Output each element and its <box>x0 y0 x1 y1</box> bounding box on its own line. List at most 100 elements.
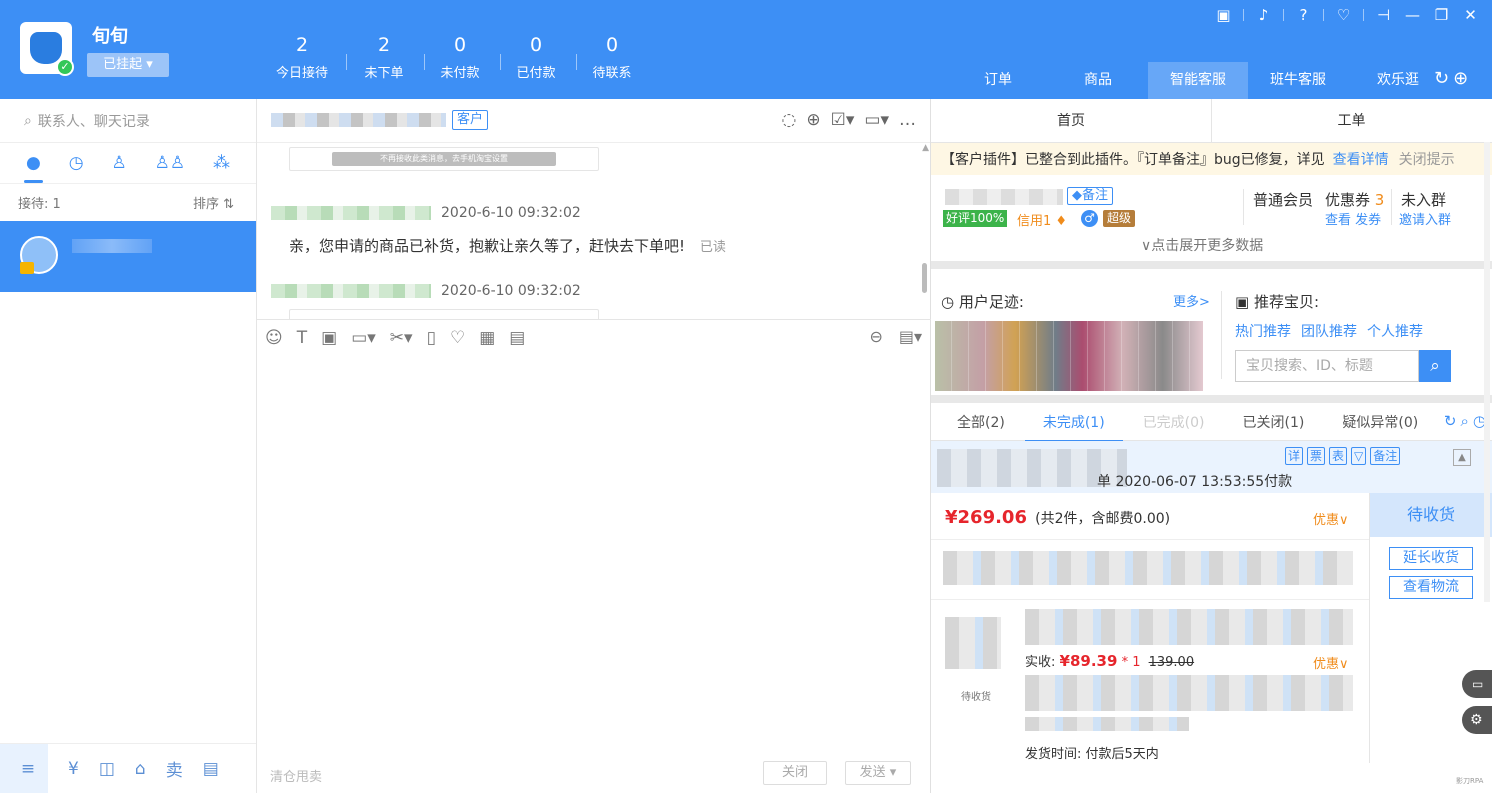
check-icon[interactable]: ▽ <box>1351 447 1367 465</box>
shop-icon[interactable]: ⌂ <box>135 759 146 779</box>
tab-banniu-service[interactable]: 班牛客服 <box>1248 62 1348 99</box>
notice-details-link[interactable]: 查看详情 <box>1333 149 1389 169</box>
notice-dismiss-link[interactable]: 关闭提示 <box>1399 149 1455 169</box>
tab-work-order[interactable]: 工单 <box>1211 99 1491 142</box>
table-icon[interactable]: 表 <box>1329 447 1348 465</box>
refresh-icon[interactable]: ↻ <box>1444 412 1457 430</box>
discount-toggle[interactable]: 优惠∨ <box>1313 509 1349 528</box>
folder-icon[interactable]: ▭▾ <box>351 328 376 348</box>
stat-unpaid[interactable]: 0 未付款 <box>422 34 498 81</box>
task-icon[interactable]: ☑▾ <box>831 110 855 130</box>
expand-more-data[interactable]: ∨点击展开更多数据 <box>1141 235 1263 255</box>
order-price-detail: (共2件，含邮费0.00) <box>1035 511 1171 527</box>
restore-icon[interactable]: ❐ <box>1428 4 1455 26</box>
contact-item[interactable] <box>0 221 256 292</box>
collapse-icon[interactable]: ▲ <box>1453 449 1471 466</box>
order-tab-incomplete[interactable]: 未完成(1) <box>1024 412 1123 442</box>
product-search-input[interactable]: 宝贝搜索、ID、标题 <box>1235 350 1419 382</box>
quick-reply-icon[interactable]: ⊖ <box>869 327 882 346</box>
calculator-icon[interactable]: ▦ <box>479 328 495 348</box>
sound-icon[interactable]: ♪ <box>1250 4 1277 26</box>
order-tab-abnormal[interactable]: 疑似异常(0) <box>1342 412 1418 432</box>
tab-happy-browse[interactable]: 欢乐逛 <box>1348 62 1448 99</box>
stat-to-contact[interactable]: 0 待联系 <box>574 34 650 81</box>
org-icon[interactable]: ⁂ <box>213 153 230 173</box>
add-contact-icon[interactable]: ⊕ <box>806 110 820 130</box>
help-icon[interactable]: ? <box>1290 4 1317 26</box>
yen-icon[interactable]: ¥ <box>68 759 79 779</box>
heart-icon[interactable]: ♡ <box>450 328 465 348</box>
system-notice-text[interactable]: 不再接收此类消息，去手机淘宝设置 <box>332 152 556 166</box>
invoice-icon[interactable]: 票 <box>1307 447 1326 465</box>
search-icon[interactable]: ⌕ <box>1419 350 1451 382</box>
chat-transfer-icon[interactable]: ◌ <box>782 110 797 130</box>
person-icon[interactable]: ♙ <box>111 153 126 173</box>
feedback-icon[interactable]: ▭ <box>1462 670 1492 698</box>
quick-phrase[interactable]: 清仓甩卖 <box>270 766 322 785</box>
top-icons: ↻ ⊕ <box>1434 68 1468 89</box>
item-discount-toggle[interactable]: 优惠∨ <box>1313 653 1349 672</box>
more-icon[interactable]: … <box>899 110 916 130</box>
group-icon[interactable]: ♙♙ <box>155 153 185 173</box>
close-icon[interactable]: ✕ <box>1457 4 1484 26</box>
stat-not-ordered[interactable]: 2 未下单 <box>346 34 422 81</box>
contacts-panel: ⌕ 联系人、聊天记录 ● ◷ ♙ ♙♙ ⁂ 接待: 1 排序 ⇅ ≡ ¥ ◫ ⌂… <box>0 99 257 793</box>
stat-paid[interactable]: 0 已付款 <box>498 34 574 81</box>
footprint-more-link[interactable]: 更多> <box>1173 291 1210 310</box>
invite-group-link[interactable]: 邀请入群 <box>1399 209 1451 228</box>
chat-bubble-icon[interactable]: ● <box>23 153 43 183</box>
shake-icon[interactable]: ▯ <box>427 328 436 348</box>
send-button[interactable]: 发送 ▾ <box>845 761 911 785</box>
scrollbar[interactable] <box>922 263 927 293</box>
refresh-icon[interactable]: ↻ <box>1434 68 1449 89</box>
team-recommend-link[interactable]: 团队推荐 <box>1301 321 1357 341</box>
remark-tag[interactable]: ◆备注 <box>1067 187 1113 205</box>
contact-search[interactable]: ⌕ 联系人、聊天记录 <box>0 99 256 143</box>
view-logistics-button[interactable]: 查看物流 <box>1389 576 1473 599</box>
order-tab-all[interactable]: 全部(2) <box>957 412 1005 432</box>
minimize-icon[interactable]: — <box>1399 4 1426 26</box>
personal-recommend-link[interactable]: 个人推荐 <box>1367 321 1423 341</box>
search-icon[interactable]: ⌕ <box>1461 412 1469 430</box>
scrollbar[interactable] <box>1484 142 1490 602</box>
order-tab-complete[interactable]: 已完成(0) <box>1143 412 1205 432</box>
stat-today-reception[interactable]: 2 今日接待 <box>264 34 340 81</box>
receipt-icon[interactable]: ▤ <box>509 328 525 348</box>
divider <box>1323 9 1324 21</box>
order-remark-button[interactable]: 备注 <box>1370 447 1401 465</box>
skin-icon[interactable]: ♡ <box>1330 4 1357 26</box>
tab-orders[interactable]: 订单 <box>948 62 1048 99</box>
sort-button[interactable]: 排序 ⇅ <box>193 193 234 212</box>
close-button[interactable]: 关闭 <box>763 761 827 785</box>
image-icon[interactable]: ▣ <box>321 328 337 348</box>
order-tab-closed[interactable]: 已关闭(1) <box>1243 412 1305 432</box>
coupon-label: 优惠券 <box>1325 191 1371 209</box>
coupon-actions[interactable]: 查看 发券 <box>1325 209 1381 228</box>
extend-receipt-button[interactable]: 延长收货 <box>1389 547 1473 570</box>
settings-icon[interactable]: ⚙ <box>1462 706 1492 734</box>
scroll-up-icon[interactable]: ▲ <box>922 143 929 153</box>
detail-icon[interactable]: 详 <box>1285 447 1304 465</box>
tab-products[interactable]: 商品 <box>1048 62 1148 99</box>
pin-icon[interactable]: ⊣ <box>1370 4 1397 26</box>
message-icon[interactable]: ▣ <box>1210 4 1237 26</box>
item-thumbnail-blurred[interactable] <box>945 617 1001 669</box>
history-icon[interactable]: ▤▾ <box>899 327 922 346</box>
window-controls: ▣ ♪ ? ♡ ⊣ — ❐ ✕ <box>1210 4 1484 26</box>
scissors-icon[interactable]: ✂▾ <box>390 328 413 348</box>
tab-home[interactable]: 首页 <box>931 99 1211 142</box>
sell-icon[interactable]: 卖 <box>166 756 183 781</box>
status-dropdown[interactable]: 已挂起 ▾ <box>87 53 169 77</box>
bag-icon[interactable]: ◫ <box>99 759 115 779</box>
order-tools: ↻ ⌕ ◷ <box>1444 412 1486 430</box>
tab-smart-service[interactable]: 智能客服 <box>1148 62 1248 99</box>
add-icon[interactable]: ⊕ <box>1453 68 1468 89</box>
text-format-icon[interactable]: T <box>297 328 307 348</box>
hot-recommend-link[interactable]: 热门推荐 <box>1235 321 1291 341</box>
video-icon[interactable]: ▭▾ <box>864 110 889 130</box>
menu-icon[interactable]: ≡ <box>0 743 48 793</box>
footprint-thumbnails-blurred[interactable] <box>935 321 1203 391</box>
layout-icon[interactable]: ▤ <box>203 759 219 779</box>
clock-icon[interactable]: ◷ <box>69 153 84 173</box>
emoji-icon[interactable]: ☺ <box>265 328 283 348</box>
